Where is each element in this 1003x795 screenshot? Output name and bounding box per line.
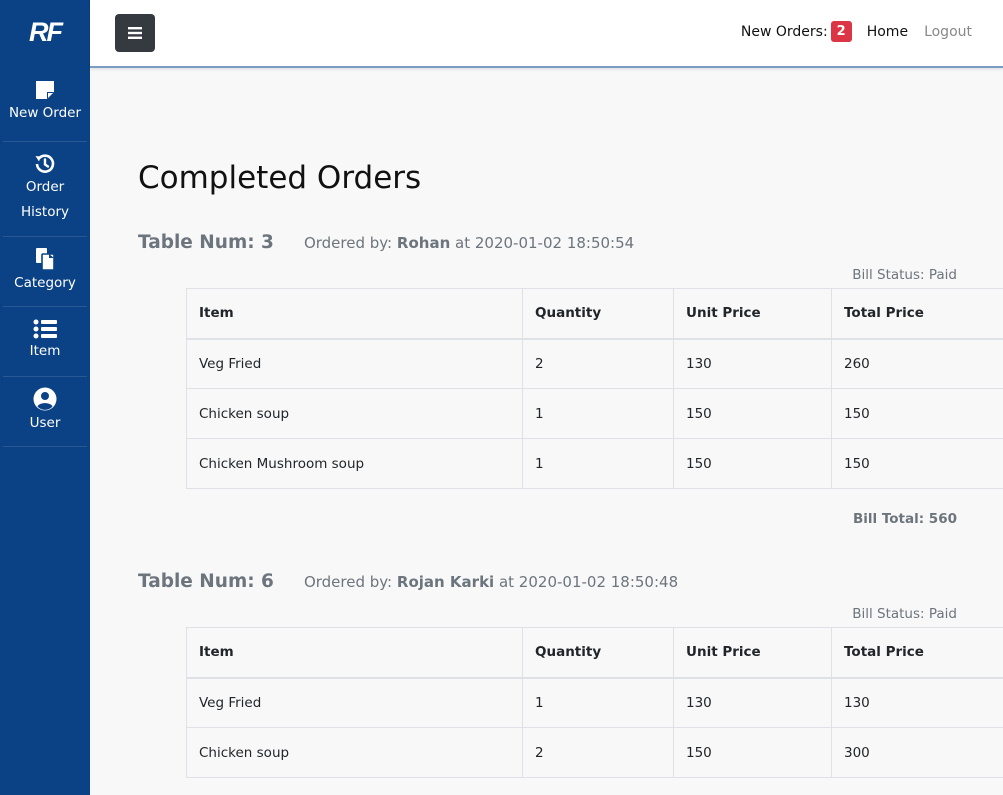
column-header-quantity: Quantity (522, 627, 674, 679)
sidebar-item-label: Order (25, 179, 65, 195)
order-items-table: Item Quantity Unit Price Total Price Veg… (186, 627, 1003, 778)
table-number: Table Num: 6 (138, 571, 274, 592)
new-orders-link[interactable]: New Orders: 2 (741, 21, 852, 42)
list-icon (33, 319, 57, 339)
column-header-unit-price: Unit Price (673, 627, 832, 679)
order-items-table: Item Quantity Unit Price Total Price Veg… (186, 288, 1003, 489)
total-price-cell: 150 (831, 438, 1003, 489)
total-price-cell: 130 (831, 677, 1003, 728)
column-header-item: Item (186, 288, 523, 340)
column-header-item: Item (186, 627, 523, 679)
column-header-unit-price: Unit Price (673, 288, 832, 340)
total-price-cell: 300 (831, 727, 1003, 778)
new-orders-count-badge: 2 (830, 21, 852, 42)
sidebar-item-label: Category (14, 275, 76, 291)
column-header-quantity: Quantity (522, 288, 674, 340)
new-orders-label: New Orders: (740, 23, 828, 40)
top-navbar: New Orders: 2 Home Logout (90, 0, 1003, 68)
sidebar-item-label: User (29, 415, 61, 431)
total-price-cell: 260 (831, 338, 1003, 389)
sidebar-item-label: New Order (8, 105, 82, 121)
ordered-by-prefix: Ordered by: (303, 234, 393, 252)
logo[interactable]: RF (0, 0, 90, 64)
order-header: Table Num: 3 Ordered by: Rohan at 2020-0… (138, 232, 634, 253)
bill-status: Bill Status: Paid (852, 606, 957, 622)
history-icon (34, 153, 56, 175)
ordered-by: Ordered by: Rojan Karki at 2020-01-02 18… (304, 573, 678, 591)
sticky-note-icon (34, 79, 56, 101)
unit-price-cell: 130 (673, 338, 832, 389)
logout-link[interactable]: Logout (924, 24, 972, 40)
menu-toggle-button[interactable] (115, 14, 155, 52)
copy-icon (34, 247, 56, 271)
unit-price-cell: 150 (673, 388, 832, 439)
sidebar-item-label: History (20, 204, 70, 220)
sidebar-item-user[interactable]: User (3, 377, 87, 447)
unit-price-cell: 150 (673, 438, 832, 489)
sidebar: RF New Order Order History Category Item… (0, 0, 90, 795)
hamburger-icon (128, 24, 142, 43)
item-name-cell: Veg Fried (186, 677, 523, 728)
ordered-by-name: Rohan (396, 234, 451, 252)
bill-status: Bill Status: Paid (852, 267, 957, 283)
item-name-cell: Chicken soup (186, 388, 523, 439)
order-header: Table Num: 6 Ordered by: Rojan Karki at … (138, 571, 678, 592)
quantity-cell: 1 (522, 438, 674, 489)
sidebar-item-new-order[interactable]: New Order (3, 64, 87, 142)
top-nav-links: New Orders: 2 Home Logout (741, 21, 972, 42)
sidebar-item-order-history[interactable]: Order History (3, 142, 87, 237)
item-name-cell: Chicken Mushroom soup (186, 438, 523, 489)
sidebar-item-label: Item (29, 343, 61, 359)
unit-price-cell: 130 (673, 677, 832, 728)
quantity-cell: 1 (522, 677, 674, 728)
main-content: Completed Orders Table Num: 3 Ordered by… (90, 70, 1003, 795)
table-header-row: Item Quantity Unit Price Total Price (186, 627, 1003, 679)
column-header-total-price: Total Price (831, 288, 1003, 340)
ordered-at: at 2020-01-02 18:50:54 (455, 234, 635, 252)
item-name-cell: Veg Fried (186, 338, 523, 389)
home-link[interactable]: Home (867, 24, 908, 40)
table-row: Chicken Mushroom soup 1 150 150 (186, 438, 1003, 489)
page-title: Completed Orders (138, 160, 422, 196)
table-header-row: Item Quantity Unit Price Total Price (186, 288, 1003, 340)
table-number: Table Num: 3 (138, 232, 274, 253)
total-price-cell: 150 (831, 388, 1003, 439)
table-row: Chicken soup 2 150 300 (186, 727, 1003, 778)
item-name-cell: Chicken soup (186, 727, 523, 778)
user-circle-icon (33, 387, 57, 411)
column-header-total-price: Total Price (831, 627, 1003, 679)
unit-price-cell: 150 (673, 727, 832, 778)
sidebar-item-category[interactable]: Category (3, 237, 87, 307)
ordered-by-prefix: Ordered by: (303, 573, 393, 591)
table-row: Veg Fried 1 130 130 (186, 677, 1003, 728)
table-row: Chicken soup 1 150 150 (186, 388, 1003, 439)
quantity-cell: 1 (522, 388, 674, 439)
ordered-at: at 2020-01-02 18:50:48 (498, 573, 679, 591)
quantity-cell: 2 (522, 338, 674, 389)
quantity-cell: 2 (522, 727, 674, 778)
bill-total: Bill Total: 560 (852, 511, 957, 527)
table-row: Veg Fried 2 130 260 (186, 338, 1003, 389)
ordered-by-name: Rojan Karki (396, 573, 495, 591)
ordered-by: Ordered by: Rohan at 2020-01-02 18:50:54 (304, 234, 634, 252)
sidebar-item-item[interactable]: Item (3, 307, 87, 377)
